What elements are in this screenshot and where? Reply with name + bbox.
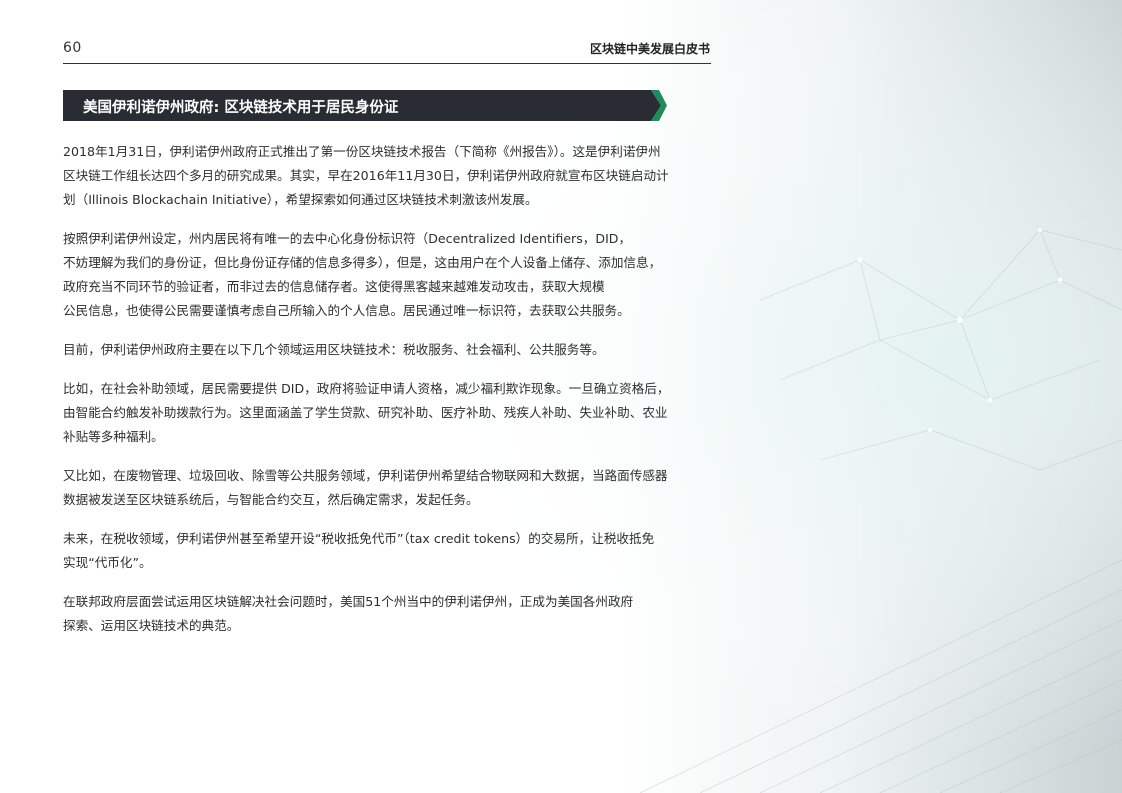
paragraph: 2018年1月31日，伊利诺伊州政府正式推出了第一份区块链技术报告（下简称《州报… (63, 140, 711, 212)
paragraph: 在联邦政府层面尝试运用区块链解决社会问题时，美国51个州当中的伊利诺伊州，正成为… (63, 590, 711, 638)
paragraph-line: 数据被发送至区块链系统后，与智能合约交互，然后确定需求，发起任务。 (63, 492, 479, 507)
header-divider (63, 63, 711, 64)
paragraph-line: 按照伊利诺伊州设定，州内居民将有唯一的去中心化身份标识符（Decentraliz… (63, 231, 632, 246)
paragraph: 按照伊利诺伊州设定，州内居民将有唯一的去中心化身份标识符（Decentraliz… (63, 227, 711, 323)
paragraph-line: 公民信息，也使得公民需要谨慎考虑自己所输入的个人信息。居民通过唯一标识符，去获取… (63, 303, 630, 318)
paragraph-line: 区块链工作组长达四个多月的研究成果。其实，早在2016年11月30日，伊利诺伊州… (63, 168, 669, 183)
paragraph: 目前，伊利诺伊州政府主要在以下几个领域运用区块链技术：税收服务、社会福利、公共服… (63, 338, 711, 362)
paragraph: 又比如，在废物管理、垃圾回收、除雪等公共服务领域，伊利诺伊州希望结合物联网和大数… (63, 464, 711, 512)
paragraph-line: 未来，在税收领域，伊利诺伊州甚至希望开设“税收抵免代币”（tax credit … (63, 531, 655, 546)
paragraph-line: 不妨理解为我们的身份证，但比身份证存储的信息多得多），但是，这由用户在个人设备上… (63, 255, 662, 270)
paragraph-line: 2018年1月31日，伊利诺伊州政府正式推出了第一份区块链技术报告（下简称《州报… (63, 144, 661, 159)
paragraph-line: 政府充当不同环节的验证者，而非过去的信息储存者。这使得黑客越来越难发动攻击，获取… (63, 279, 605, 294)
paragraph: 未来，在税收领域，伊利诺伊州甚至希望开设“税收抵免代币”（tax credit … (63, 527, 711, 575)
paragraph-line: 在联邦政府层面尝试运用区块链解决社会问题时，美国51个州当中的伊利诺伊州，正成为… (63, 594, 634, 609)
paragraph-line: 实现“代币化”。 (63, 555, 152, 570)
section-title: 美国伊利诺伊州政府: 区块链技术用于居民身份证 (83, 100, 399, 116)
paragraph-line: 划（Illinois Blockachain Initiative），希望探索如… (63, 192, 538, 207)
paragraph-line: 又比如，在废物管理、垃圾回收、除雪等公共服务领域，伊利诺伊州希望结合物联网和大数… (63, 468, 668, 483)
body-content: 2018年1月31日，伊利诺伊州政府正式推出了第一份区块链技术报告（下简称《州报… (63, 140, 711, 653)
paragraph-line: 补贴等多种福利。 (63, 429, 164, 444)
paragraph-line: 目前，伊利诺伊州政府主要在以下几个领域运用区块链技术：税收服务、社会福利、公共服… (63, 342, 605, 357)
section-banner: 美国伊利诺伊州政府: 区块链技术用于居民身份证 (63, 90, 667, 121)
paragraph-line: 比如，在社会补助领域，居民需要提供 DID，政府将验证申请人资格，减少福利欺诈现… (63, 381, 670, 396)
paragraph: 比如，在社会补助领域，居民需要提供 DID，政府将验证申请人资格，减少福利欺诈现… (63, 377, 711, 449)
document-title: 区块链中美发展白皮书 (589, 42, 710, 56)
paragraph-line: 探索、运用区块链技术的典范。 (63, 618, 240, 633)
paragraph-line: 由智能合约触发补助拨款行为。这里面涵盖了学生贷款、研究补助、医疗补助、残疾人补助… (63, 405, 668, 420)
page-number: 60 (63, 40, 82, 56)
